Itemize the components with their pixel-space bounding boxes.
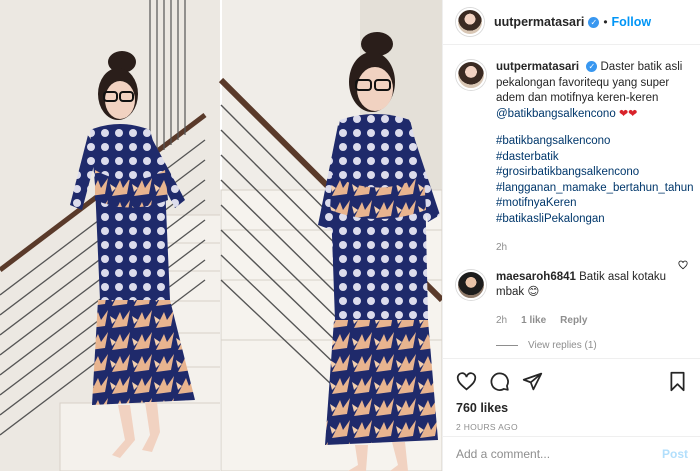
post-actions: 760 likes 2 HOURS AGO bbox=[443, 358, 700, 436]
heart-small-icon[interactable] bbox=[678, 260, 688, 270]
hashtag-link[interactable]: #dasterbatik bbox=[496, 150, 694, 166]
like-count[interactable]: 760 likes bbox=[456, 401, 688, 415]
comment-input[interactable] bbox=[456, 447, 662, 461]
share-icon[interactable] bbox=[522, 371, 543, 392]
caption-time[interactable]: 2h bbox=[496, 240, 694, 256]
verified-badge-icon: ✓ bbox=[586, 61, 598, 73]
caption-row: uutpermatasari ✓ Daster batik asli pekal… bbox=[456, 60, 694, 256]
view-replies-label: View replies (1) bbox=[528, 340, 597, 351]
heart-emoji: ❤❤ bbox=[618, 107, 638, 120]
post-comment-button[interactable]: Post bbox=[662, 447, 688, 461]
view-replies-line bbox=[496, 345, 518, 346]
comment-icon[interactable] bbox=[489, 371, 510, 392]
caption-username[interactable]: uutpermatasari bbox=[496, 61, 579, 73]
follow-button[interactable]: Follow bbox=[612, 15, 652, 29]
comment-meta: 2h 1 like Reply bbox=[496, 313, 688, 329]
comment-emoji: 😊 bbox=[527, 286, 540, 298]
hashtag-link[interactable]: #langganan_mamake_bertahun_tahun bbox=[496, 181, 694, 197]
author-avatar[interactable] bbox=[456, 8, 484, 36]
view-replies-button[interactable]: View replies (1) bbox=[496, 340, 688, 351]
hashtag-link[interactable]: #batikbangsalkencono bbox=[496, 134, 694, 150]
comment-row: maesaroh6841 Batik asal kotaku mbak 😊 2h… bbox=[456, 260, 688, 329]
caption-avatar[interactable] bbox=[456, 60, 486, 90]
action-icons bbox=[456, 367, 688, 395]
hashtag-link[interactable]: #batikasliPekalongan bbox=[496, 212, 694, 228]
verified-badge-icon: ✓ bbox=[588, 16, 600, 28]
hashtag-link[interactable]: #grosirbatikbangsalkencono bbox=[496, 165, 694, 181]
post-header: uutpermatasari ✓ • Follow bbox=[443, 0, 700, 45]
caption-mention[interactable]: @batikbangsalkencono bbox=[496, 108, 616, 120]
header-separator: • bbox=[603, 15, 608, 29]
hashtag-link[interactable]: #motifnyaKeren bbox=[496, 196, 694, 212]
commenter-avatar[interactable] bbox=[456, 269, 486, 300]
author-username[interactable]: uutpermatasari bbox=[494, 15, 584, 29]
comment-username[interactable]: maesaroh6841 bbox=[496, 271, 576, 283]
comments-area[interactable]: uutpermatasari ✓ Daster batik asli pekal… bbox=[443, 46, 700, 358]
post-photo[interactable] bbox=[0, 0, 442, 471]
save-icon[interactable] bbox=[667, 371, 688, 392]
post-image-illustration bbox=[0, 0, 442, 471]
comment-time[interactable]: 2h bbox=[496, 313, 507, 329]
heart-icon[interactable] bbox=[456, 371, 477, 392]
comment-composer: Post bbox=[443, 436, 700, 471]
post-side-panel: uutpermatasari ✓ • Follow uutpermatasari… bbox=[442, 0, 700, 471]
comment-like-count[interactable]: 1 like bbox=[521, 313, 546, 329]
post-timestamp[interactable]: 2 HOURS AGO bbox=[456, 422, 688, 432]
comment-reply-button[interactable]: Reply bbox=[560, 313, 587, 329]
